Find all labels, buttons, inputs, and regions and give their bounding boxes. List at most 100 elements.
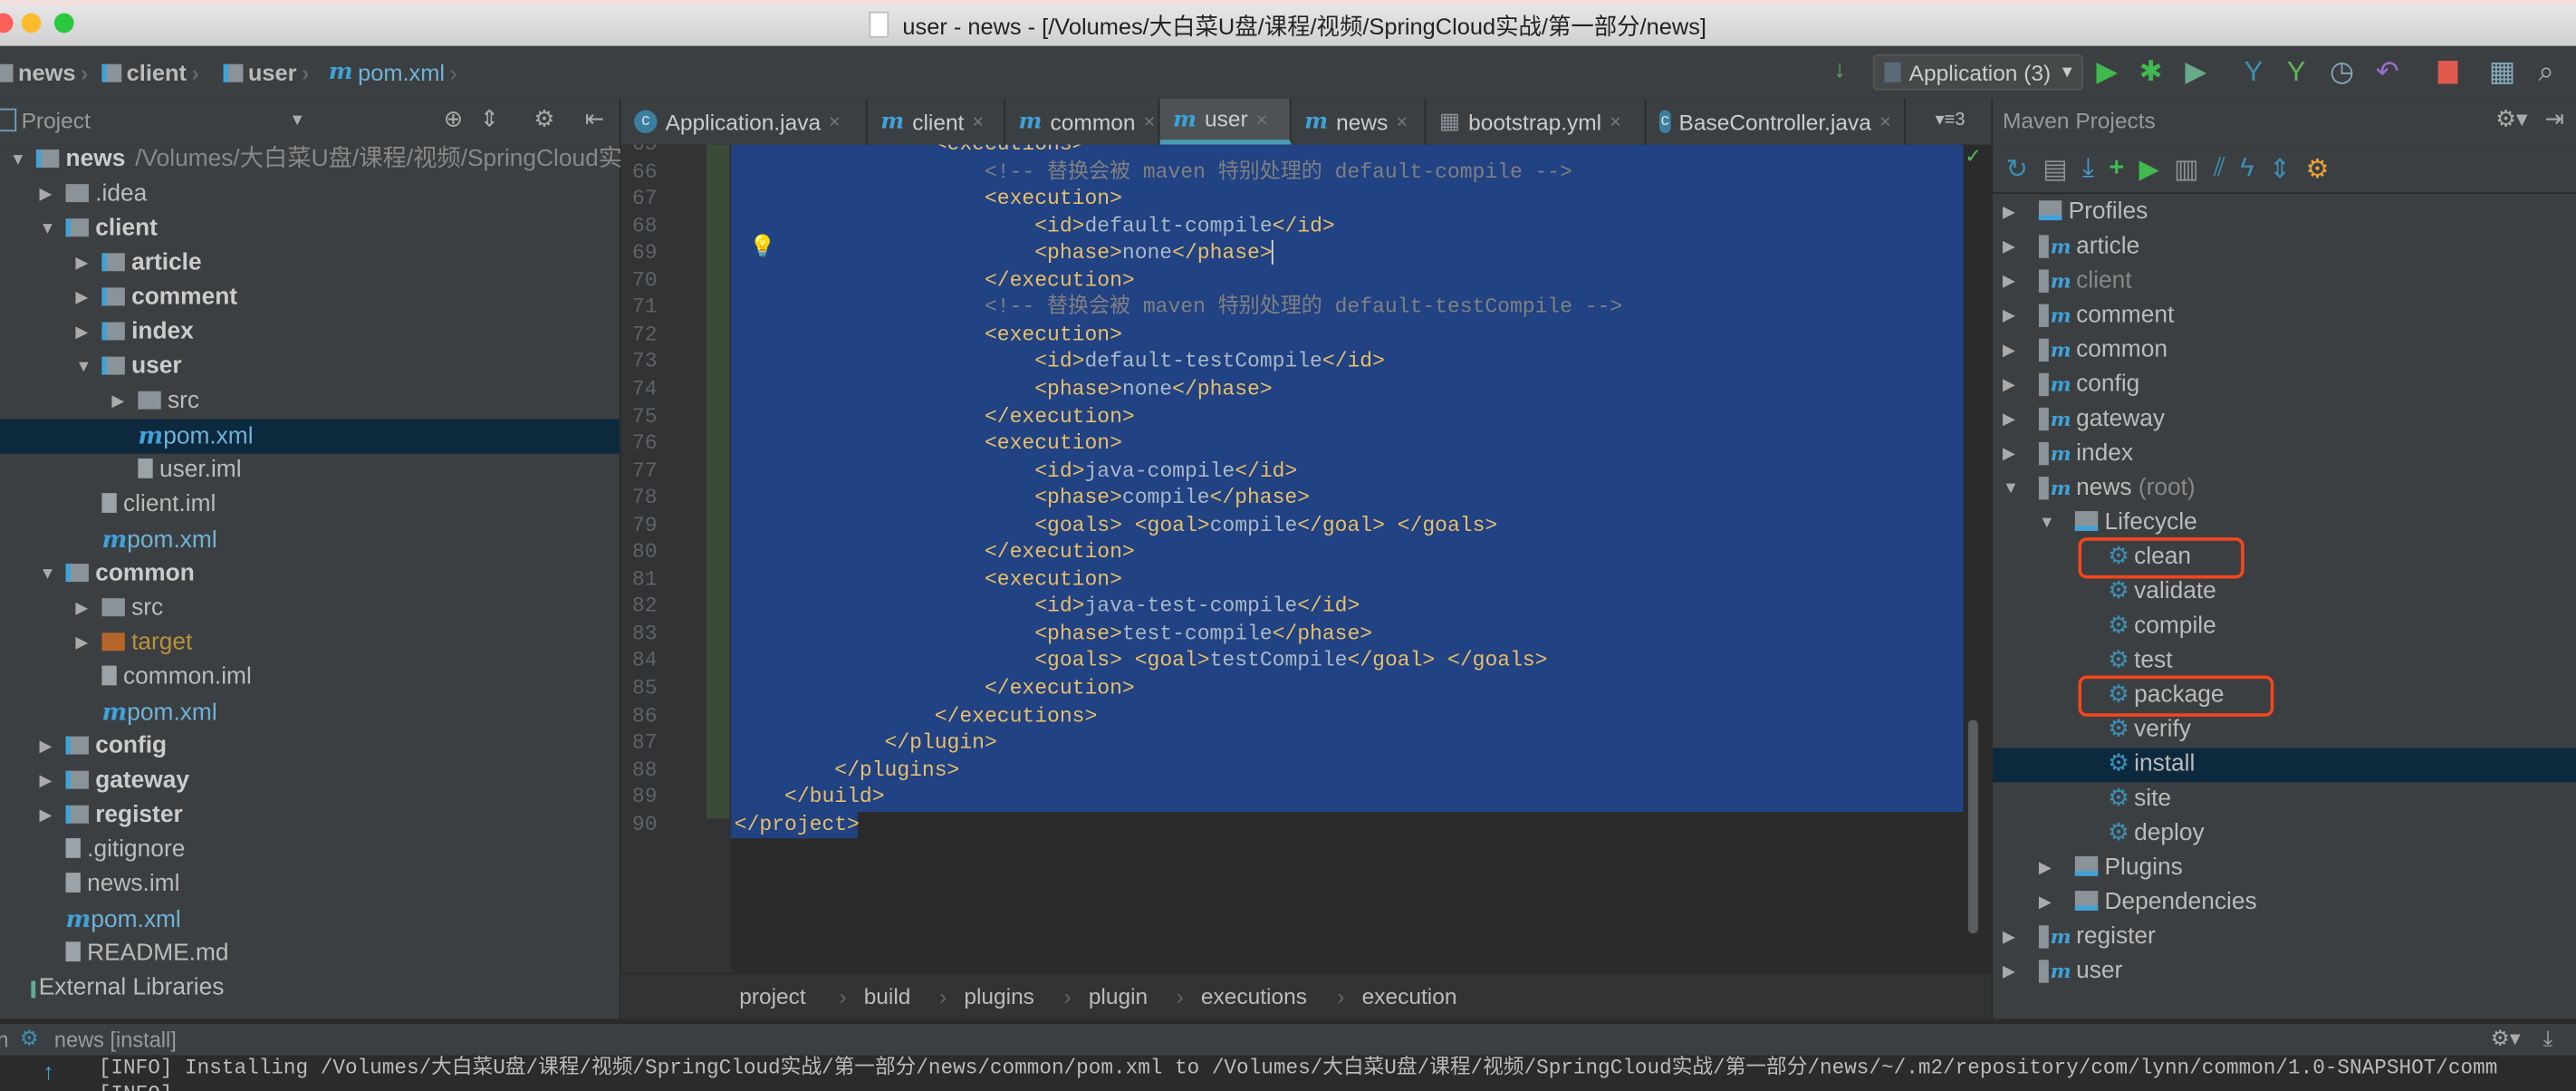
code-area[interactable]: <executions> <!-- 替换会被 maven 特别处理的 defau… — [735, 145, 1983, 973]
close-tab-icon[interactable]: × — [972, 111, 984, 133]
tree-item-comment[interactable]: ▶ comment — [0, 281, 620, 315]
tree-item--gitignore[interactable]: .gitignore — [0, 834, 620, 868]
collapsed-arrow-icon[interactable]: ▶ — [75, 281, 88, 315]
expanded-arrow-icon[interactable]: ▼ — [2039, 507, 2055, 541]
hide-panel-icon[interactable]: ⤓ — [2543, 1026, 2552, 1052]
maven-item-article[interactable]: ▶ m article — [1993, 230, 2576, 265]
maven-item-client[interactable]: ▶ m client — [1993, 265, 2576, 299]
close-tab-icon[interactable]: × — [1144, 111, 1156, 133]
download-icon[interactable]: ⤓ — [2082, 154, 2094, 184]
tree-item-gateway[interactable]: ▶ gateway — [0, 764, 620, 798]
gear-icon[interactable]: ⚙▾ — [2495, 105, 2528, 133]
collapsed-arrow-icon[interactable]: ▶ — [75, 246, 88, 281]
tree-item-client[interactable]: ▼ client — [0, 212, 620, 246]
vcs-update-icon[interactable]: Y — [2244, 56, 2264, 89]
maven-item-compile[interactable]: ⚙ compile — [1993, 610, 2576, 644]
collapsed-arrow-icon[interactable]: ▶ — [2039, 886, 2052, 921]
console-output[interactable]: ↑ [INFO] Installing /Volumes/大白菜U盘/课程/视频… — [0, 1055, 2576, 1091]
tree-item-pom-xml[interactable]: mpom.xml — [0, 419, 620, 454]
maven-item-dependencies[interactable]: ▶ Dependencies — [1993, 886, 2576, 921]
collapsed-arrow-icon[interactable]: ▶ — [2003, 368, 2015, 402]
tree-item-pom-xml[interactable]: mpom.xml — [0, 903, 620, 937]
collapsed-arrow-icon[interactable]: ▶ — [2003, 230, 2015, 265]
tree-item-pom-xml[interactable]: mpom.xml — [0, 523, 620, 557]
generate-sources-icon[interactable]: ▤ — [2043, 152, 2067, 185]
coverage-icon[interactable]: ▶ — [2185, 56, 2206, 89]
xml-breadcrumb-plugin[interactable]: plugin — [1089, 984, 1148, 1009]
collapsed-arrow-icon[interactable]: ▶ — [2039, 852, 2052, 886]
close-tab-icon[interactable]: × — [829, 111, 841, 133]
scroll-up-icon[interactable]: ↑ — [43, 1058, 54, 1085]
tree-item-index[interactable]: ▶ index — [0, 315, 620, 350]
tree-item-common-iml[interactable]: common.iml — [0, 661, 620, 695]
run-tab-title[interactable]: news [install] — [54, 1028, 177, 1052]
close-tab-icon[interactable]: × — [1879, 111, 1891, 133]
maven-item-deploy[interactable]: ⚙ deploy — [1993, 816, 2576, 851]
tree-item-external-libraries[interactable]: ||| External Libraries — [0, 971, 620, 1006]
maven-item-common[interactable]: ▶ m common — [1993, 333, 2576, 368]
collapsed-arrow-icon[interactable]: ▶ — [75, 626, 88, 661]
collapsed-arrow-icon[interactable]: ▶ — [2003, 196, 2015, 230]
maven-item-index[interactable]: ▶ m index — [1993, 437, 2576, 471]
tab-common[interactable]: m common × — [1005, 98, 1160, 145]
maven-item-user[interactable]: ▶ m user — [1993, 955, 2576, 990]
tree-item-news[interactable]: ▼ news/Volumes/大白菜U盘/课程/视频/SpringCloud实 — [0, 143, 622, 178]
tab-client[interactable]: m client × — [868, 98, 1006, 145]
close-tab-icon[interactable]: × — [1396, 111, 1408, 133]
xml-breadcrumb-plugins[interactable]: plugins — [964, 984, 1034, 1009]
collapsed-arrow-icon[interactable]: ▶ — [40, 729, 53, 764]
collapsed-arrow-icon[interactable]: ▶ — [2003, 333, 2015, 368]
tab-bootstrap-yml[interactable]: ▦ bootstrap.yml × — [1426, 98, 1647, 145]
tree-item-article[interactable]: ▶ article — [0, 246, 620, 281]
tree-item-src[interactable]: ▶ src — [0, 592, 620, 626]
history-icon[interactable]: ◷ — [2330, 56, 2354, 89]
lightbulb-icon[interactable]: 💡 — [749, 234, 775, 260]
collapsed-arrow-icon[interactable]: ▶ — [75, 592, 88, 626]
tab-news[interactable]: m news × — [1292, 98, 1427, 145]
breadcrumb-user[interactable]: user › — [223, 59, 309, 85]
run-configuration-icon[interactable]: ▥ — [2174, 152, 2198, 185]
tree-item-register[interactable]: ▶ register — [0, 799, 620, 834]
debug-icon[interactable]: ✱ — [2139, 56, 2163, 89]
xml-breadcrumb-project[interactable]: project — [739, 984, 806, 1009]
collapsed-arrow-icon[interactable]: ▶ — [40, 178, 53, 212]
tree-item-readme-md[interactable]: README.md — [0, 937, 620, 971]
maven-item-gateway[interactable]: ▶ m gateway — [1993, 402, 2576, 437]
tree-item-common[interactable]: ▼ common — [0, 557, 620, 592]
tree-item-config[interactable]: ▶ config — [0, 729, 620, 764]
collapsed-arrow-icon[interactable]: ▶ — [2003, 955, 2015, 990]
build-icon[interactable]: ↓ — [1833, 56, 1846, 84]
tree-item--idea[interactable]: ▶ .idea — [0, 178, 620, 212]
collapsed-arrow-icon[interactable]: ▶ — [75, 315, 88, 350]
expanded-arrow-icon[interactable]: ▼ — [40, 212, 56, 246]
tree-item-target[interactable]: ▶ target — [0, 626, 620, 661]
maven-item-comment[interactable]: ▶ m comment — [1993, 299, 2576, 333]
chevron-down-icon[interactable]: ▼ — [289, 111, 305, 130]
collapsed-arrow-icon[interactable]: ▶ — [40, 799, 53, 834]
run-goal-icon[interactable]: ▶ — [2139, 152, 2158, 185]
collapsed-arrow-icon[interactable]: ▶ — [2003, 921, 2015, 955]
vcs-commit-icon[interactable]: Y — [2287, 56, 2306, 89]
tree-item-client-iml[interactable]: client.iml — [0, 488, 620, 523]
collapse-all-icon[interactable]: ⇕ — [480, 105, 499, 133]
collapsed-arrow-icon[interactable]: ▶ — [40, 764, 53, 798]
maven-item-profiles[interactable]: ▶ Profiles — [1993, 196, 2576, 230]
hide-panel-icon[interactable]: ⇥ — [2545, 105, 2564, 133]
collapsed-arrow-icon[interactable]: ▶ — [2003, 265, 2015, 299]
revert-icon[interactable]: ↶ — [2376, 56, 2399, 89]
tab-overflow[interactable]: ▾≡3 — [1936, 109, 1966, 130]
code-editor[interactable]: 6566676869707172737475767778798081828384… — [620, 144, 1992, 973]
project-view-select[interactable]: Project — [22, 109, 91, 133]
run-icon[interactable]: ▶ — [2096, 56, 2118, 89]
xml-breadcrumb-build[interactable]: build — [864, 984, 911, 1009]
maven-settings-icon[interactable]: ⚙ — [2305, 152, 2329, 185]
toggle-offline-icon[interactable]: ⫽ — [2214, 154, 2225, 184]
xml-breadcrumb-executions[interactable]: executions — [1201, 984, 1307, 1009]
tab-application-java[interactable]: c Application.java × — [621, 98, 868, 145]
breadcrumb-news[interactable]: news › — [0, 59, 88, 85]
maven-item-validate[interactable]: ⚙ validate — [1993, 575, 2576, 610]
maven-item-verify[interactable]: ⚙ verify — [1993, 713, 2576, 748]
maven-item-install[interactable]: ⚙ install — [1993, 748, 2576, 783]
collapsed-arrow-icon[interactable]: ▶ — [2003, 437, 2015, 471]
maven-item-register[interactable]: ▶ m register — [1993, 921, 2576, 955]
